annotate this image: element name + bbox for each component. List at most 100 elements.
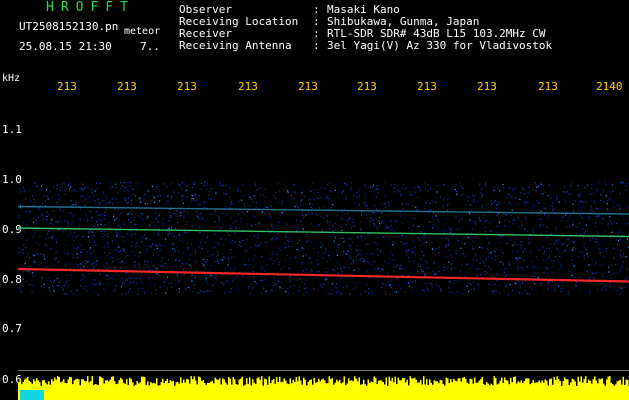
- noise-speck: [133, 223, 135, 225]
- noise-speck: [372, 184, 375, 186]
- noise-speck: [178, 192, 180, 194]
- noise-speck: [555, 255, 557, 257]
- noise-speck: [413, 218, 416, 220]
- noise-speck: [596, 289, 599, 291]
- noise-speck: [431, 283, 433, 285]
- level-bar: [51, 379, 53, 400]
- noise-speck: [514, 242, 516, 244]
- noise-speck: [271, 254, 273, 256]
- noise-speck: [101, 230, 103, 232]
- noise-speck: [57, 199, 60, 201]
- noise-speck: [532, 188, 534, 190]
- noise-speck: [403, 217, 405, 219]
- noise-speck: [597, 248, 599, 250]
- noise-speck: [547, 281, 549, 283]
- noise-speck: [265, 290, 267, 292]
- level-bar: [151, 383, 153, 400]
- noise-speck: [50, 222, 52, 224]
- level-bar: [622, 376, 624, 400]
- level-bar: [217, 379, 219, 400]
- noise-speck: [23, 244, 25, 246]
- noise-speck: [286, 240, 289, 242]
- noise-speck: [159, 194, 162, 196]
- noise-speck: [160, 264, 162, 266]
- noise-speck: [367, 262, 370, 264]
- noise-speck: [407, 282, 410, 284]
- noise-speck: [35, 222, 38, 224]
- noise-speck: [526, 202, 528, 204]
- noise-speck: [572, 203, 574, 205]
- noise-speck: [424, 202, 426, 204]
- noise-speck: [107, 243, 109, 245]
- noise-speck: [21, 277, 23, 279]
- level-bar: [192, 379, 194, 400]
- level-bar: [534, 382, 536, 400]
- level-bar: [243, 385, 245, 400]
- noise-speck: [506, 214, 508, 216]
- noise-speck: [502, 263, 504, 265]
- noise-speck: [387, 263, 390, 265]
- noise-speck: [520, 192, 522, 194]
- noise-speck: [123, 240, 125, 242]
- noise-speck: [197, 202, 199, 204]
- noise-speck: [93, 265, 95, 267]
- level-bar: [123, 382, 125, 400]
- noise-speck: [370, 263, 372, 265]
- noise-speck: [120, 250, 122, 252]
- noise-speck: [535, 289, 537, 291]
- noise-speck: [22, 248, 24, 251]
- level-bar: [366, 385, 368, 400]
- noise-speck: [446, 244, 448, 246]
- noise-speck: [122, 281, 124, 283]
- noise-speck: [393, 230, 395, 232]
- level-bar: [508, 384, 510, 400]
- noise-speck: [480, 192, 482, 194]
- noise-speck: [499, 226, 501, 228]
- noise-speck: [517, 280, 519, 282]
- noise-speck: [358, 203, 360, 205]
- noise-speck: [326, 195, 328, 197]
- level-bar: [394, 376, 396, 400]
- noise-speck: [137, 186, 140, 188]
- noise-speck: [126, 279, 129, 281]
- noise-speck: [419, 190, 421, 192]
- noise-speck: [216, 277, 218, 279]
- noise-speck: [232, 270, 235, 272]
- noise-speck: [247, 259, 249, 261]
- level-bar: [460, 381, 462, 400]
- noise-speck: [562, 216, 564, 218]
- noise-speck: [432, 226, 434, 228]
- noise-speck: [56, 188, 58, 190]
- noise-speck: [438, 246, 440, 248]
- noise-speck: [555, 197, 558, 199]
- noise-speck: [568, 243, 570, 245]
- noise-speck: [82, 183, 84, 185]
- noise-speck: [289, 286, 292, 288]
- level-bar: [406, 379, 408, 400]
- noise-speck: [442, 205, 444, 207]
- noise-speck: [276, 253, 278, 255]
- noise-speck: [31, 290, 33, 292]
- noise-speck: [590, 187, 593, 189]
- noise-speck: [508, 263, 510, 265]
- noise-speck: [48, 237, 50, 239]
- noise-speck: [170, 198, 172, 200]
- noise-speck: [195, 215, 198, 217]
- level-bar: [405, 382, 407, 400]
- noise-speck: [461, 219, 463, 221]
- time-tick: 213: [298, 80, 318, 93]
- noise-speck: [287, 287, 289, 290]
- noise-speck: [144, 203, 146, 205]
- level-bar: [477, 382, 479, 400]
- noise-speck: [361, 214, 363, 216]
- level-bar: [129, 377, 131, 400]
- noise-speck: [371, 253, 373, 255]
- noise-speck: [319, 197, 321, 199]
- noise-speck: [66, 280, 68, 282]
- noise-speck: [105, 202, 107, 205]
- noise-speck: [374, 261, 376, 263]
- noise-speck: [144, 291, 146, 294]
- noise-speck: [33, 198, 35, 200]
- noise-speck: [343, 266, 345, 268]
- level-bar: [211, 380, 213, 400]
